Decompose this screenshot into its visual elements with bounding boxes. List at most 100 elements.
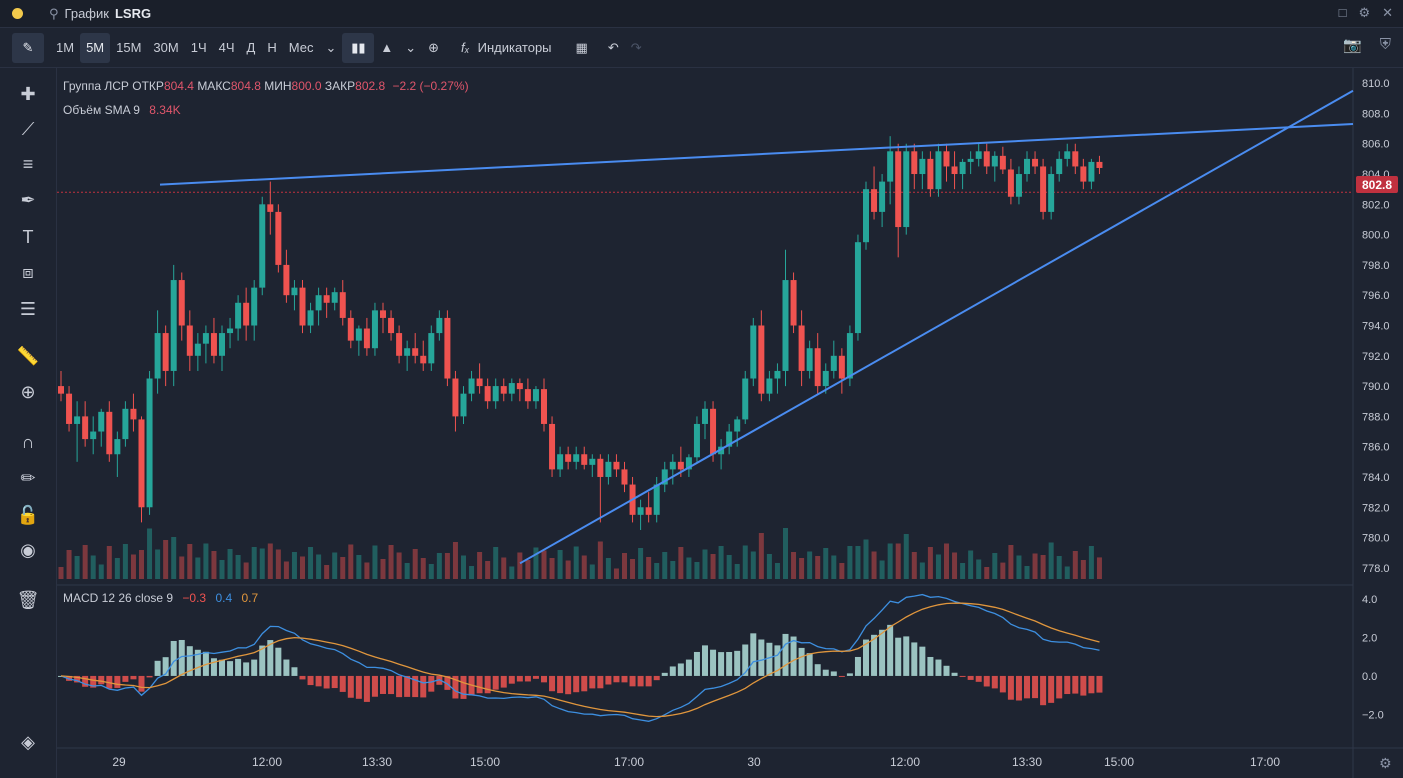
macd-histogram-bar [742, 644, 749, 676]
price-chart[interactable]: 810.0808.0806.0804.0802.0800.0798.0796.0… [57, 68, 1403, 778]
timeframe-7[interactable]: Н [261, 33, 282, 63]
volume-bar [815, 556, 821, 579]
draw-pencil-icon[interactable]: ✎ [12, 32, 44, 63]
trend-line-icon[interactable]: ⟋ [14, 115, 42, 143]
candle-body [227, 328, 234, 334]
volume-bar [211, 551, 217, 579]
fib-levels-icon[interactable]: ☰ [14, 295, 42, 323]
candle-body [219, 333, 225, 356]
timeframe-0[interactable]: 1М [50, 33, 80, 63]
timeframe-5[interactable]: 4Ч [213, 33, 241, 63]
macd-histogram-bar [388, 675, 395, 695]
volume-bar [340, 557, 346, 579]
price-legend: Группа ЛСР ОТКР804.4 МАКС804.8 МИН800.0 … [63, 79, 469, 93]
symbol-name[interactable]: LSRG [115, 6, 151, 21]
volume-bar [227, 549, 233, 579]
layout-grid-icon[interactable]: ▦ [570, 33, 594, 63]
volume-bar [485, 561, 491, 579]
candle-body [508, 383, 515, 394]
volume-bar [452, 542, 458, 579]
macd-histogram-bar [798, 647, 805, 676]
macd-histogram-bar [484, 675, 491, 694]
macd-histogram-bar [275, 647, 282, 676]
candle-body [653, 484, 660, 515]
candle-body [436, 317, 443, 334]
undo-icon[interactable]: ↶ [602, 33, 625, 63]
open-label: ОТКР [132, 79, 164, 93]
lock-drawing-icon[interactable]: ✏ [14, 464, 42, 492]
volume-bar [412, 549, 418, 579]
macd-histogram-bar [549, 675, 556, 692]
magnet-icon[interactable]: ∩ [14, 428, 42, 456]
shield-icon[interactable]: ⛨ [1380, 36, 1391, 54]
horizontal-lines-icon[interactable]: ≡ [14, 150, 42, 178]
macd-histogram-bar [210, 658, 217, 676]
time-axis-label: 17:00 [614, 755, 644, 769]
candle-body [452, 378, 459, 417]
volume-bar [187, 544, 193, 579]
volume-bar [670, 561, 676, 579]
redo-icon[interactable]: ↷ [625, 33, 648, 63]
timeframe-8[interactable]: Мес [283, 33, 320, 63]
volume-bar [179, 556, 185, 579]
chart-type-chevron-icon[interactable]: ⌄ [399, 33, 422, 63]
timeframe-6[interactable]: Д [241, 33, 262, 63]
volume-bar [944, 543, 949, 579]
drawing-tools-sidebar: ✚ ⟋ ≡ ✒ T ⧈ ☰ 📏 ⊕ ∩ ✏ 🔓 ◉ 🗑 ◈ [0, 68, 57, 778]
time-axis-label: 15:00 [1104, 755, 1134, 769]
candle-body [323, 295, 330, 303]
volume-bar [364, 562, 370, 579]
volume-bar [493, 547, 499, 579]
candle-body [597, 458, 604, 477]
macd-histogram-bar [806, 653, 813, 676]
camera-icon[interactable]: 📷 [1343, 36, 1362, 54]
close-icon[interactable]: ✕ [1382, 5, 1393, 21]
indicators-button[interactable]: fₓ Индикаторы [455, 33, 557, 63]
macd-histogram-bar [251, 659, 258, 676]
layers-icon[interactable]: ◈ [14, 728, 42, 756]
macd-histogram-bar [500, 675, 507, 688]
text-tool-icon[interactable]: T [14, 223, 42, 251]
price-axis-label: 810.0 [1362, 78, 1390, 90]
candle-body [782, 280, 789, 371]
add-compare-icon[interactable]: ⊕ [422, 33, 445, 63]
candle-body [822, 370, 829, 387]
eye-icon[interactable]: ◉ [14, 536, 42, 564]
macd-histogram-bar [355, 675, 362, 699]
candle-body [516, 383, 523, 390]
volume-bar [243, 562, 249, 579]
high-label: МАКС [197, 79, 231, 93]
crosshair-icon[interactable]: ✚ [14, 80, 42, 108]
macd-histogram-bar [565, 675, 572, 695]
time-axis-label: 13:30 [362, 755, 392, 769]
maximize-icon[interactable]: □ [1339, 5, 1347, 21]
volume-bar [147, 528, 153, 579]
candle-body [484, 386, 491, 402]
search-icon[interactable]: ⚲ [49, 6, 59, 22]
timeframe-4[interactable]: 1Ч [185, 33, 213, 63]
close-label: ЗАКР [324, 79, 356, 93]
volume-bar [1016, 555, 1022, 579]
volume-value: 8.34K [149, 103, 181, 117]
zoom-in-icon[interactable]: ⊕ [14, 378, 42, 406]
timeframe-2[interactable]: 15М [110, 33, 147, 63]
brush-icon[interactable]: ✒ [14, 186, 42, 214]
area-chart-type-icon[interactable]: ▲ [374, 33, 399, 63]
instrument-name: Группа ЛСР [63, 79, 129, 93]
timeframe-3[interactable]: 30М [147, 33, 184, 63]
price-axis-label: 786.0 [1362, 442, 1390, 454]
price-axis-label: 800.0 [1362, 230, 1390, 242]
volume-bar [356, 555, 362, 579]
settings-icon[interactable]: ⚙ [1358, 5, 1370, 21]
volume-bar [774, 563, 780, 579]
timeframe-1[interactable]: 5М [80, 32, 111, 63]
volume-bar [130, 554, 136, 579]
volume-bar [251, 547, 257, 579]
pattern-icon[interactable]: ⧈ [14, 258, 42, 286]
timeframe-dropdown-chevron-icon[interactable]: ⌄ [319, 33, 342, 63]
candles-chart-type-icon[interactable]: ▮▮ [342, 32, 375, 63]
trash-icon[interactable]: 🗑 [14, 586, 42, 614]
ruler-icon[interactable]: 📏 [14, 342, 42, 370]
unlock-icon[interactable]: 🔓 [14, 501, 42, 529]
candle-body [476, 378, 483, 387]
